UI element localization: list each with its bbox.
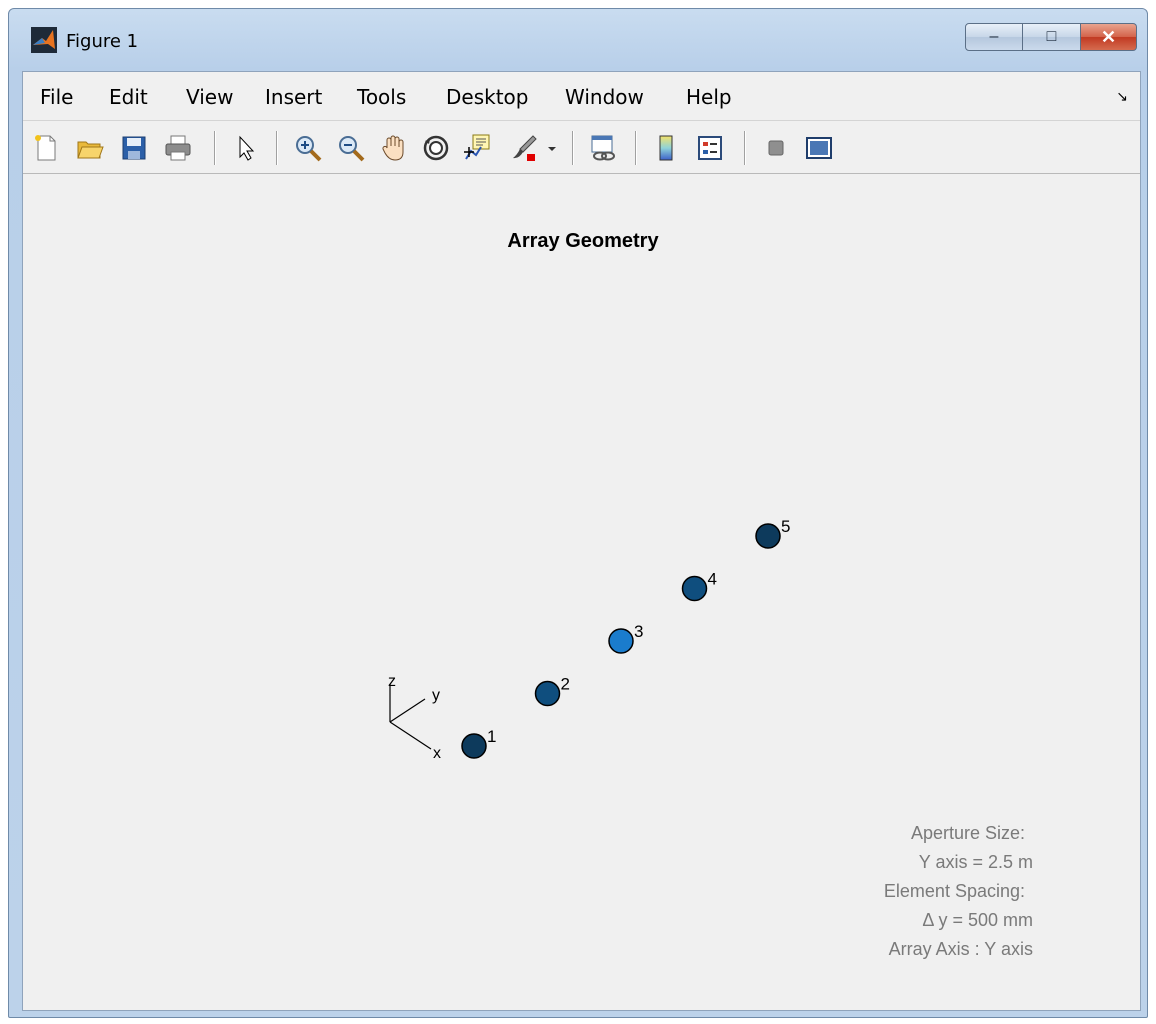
edit-plot-arrow-icon[interactable]	[230, 133, 260, 163]
axis-label-y: y	[432, 687, 440, 704]
close-icon: ✕	[1100, 26, 1117, 47]
minimize-button[interactable]: –	[965, 23, 1023, 51]
array-info-panel: Aperture Size: Y axis = 2.5 m Element Sp…	[783, 819, 1033, 964]
rotate-3d-icon[interactable]	[421, 133, 451, 163]
toolbar-separator	[635, 131, 637, 165]
element-label-2: 2	[561, 675, 570, 694]
plot-area[interactable]: Array Geometry z y x 12345 Aperture Size…	[23, 174, 1140, 1010]
close-button[interactable]: ✕	[1081, 23, 1137, 51]
new-figure-icon[interactable]	[31, 133, 61, 163]
menu-desktop[interactable]: Desktop	[446, 85, 528, 109]
minimize-icon: –	[989, 28, 999, 45]
window-title: Figure 1	[66, 31, 139, 52]
figure-window: Figure 1 – □ ✕ File Edit View Insert Too…	[8, 8, 1148, 1018]
array-element-2	[534, 680, 561, 707]
info-aperture-value: Y axis = 2.5 m	[918, 852, 1033, 872]
element-label-5: 5	[781, 517, 790, 536]
legend-icon[interactable]	[695, 133, 725, 163]
zoom-in-icon[interactable]	[293, 133, 323, 163]
figure-toolbar	[23, 121, 1140, 174]
zoom-out-icon[interactable]	[336, 133, 366, 163]
element-label-4: 4	[708, 570, 717, 589]
array-element-3	[608, 628, 634, 654]
title-bar[interactable]: Figure 1 – □ ✕	[9, 9, 1147, 71]
pan-hand-icon[interactable]	[379, 133, 409, 163]
show-plot-tools-icon[interactable]	[804, 133, 834, 163]
matlab-logo-icon	[31, 27, 57, 53]
menu-bar: File Edit View Insert Tools Desktop Wind…	[23, 72, 1140, 121]
element-label-1: 1	[487, 727, 496, 746]
menu-tools[interactable]: Tools	[357, 85, 406, 109]
menu-insert[interactable]: Insert	[265, 85, 322, 109]
element-label-3: 3	[634, 622, 643, 641]
menu-help[interactable]: Help	[686, 85, 732, 109]
menu-view[interactable]: View	[186, 85, 233, 109]
toolbar-separator	[214, 131, 216, 165]
figure-client-area: File Edit View Insert Tools Desktop Wind…	[22, 71, 1141, 1011]
array-element-1	[461, 733, 487, 759]
menu-edit[interactable]: Edit	[109, 85, 148, 109]
data-cursor-icon[interactable]	[463, 133, 493, 163]
print-icon[interactable]	[163, 133, 193, 163]
colorbar-icon[interactable]	[651, 133, 681, 163]
info-array-axis: Array Axis : Y axis	[888, 939, 1033, 959]
array-element-4	[681, 575, 708, 602]
array-elements: 1 2 3 4 5	[461, 517, 790, 759]
toolbar-separator	[276, 131, 278, 165]
info-aperture-heading: Aperture Size:	[910, 823, 1025, 843]
axis-label-z: z	[388, 673, 396, 690]
brush-icon[interactable]	[509, 133, 539, 163]
save-icon[interactable]	[119, 133, 149, 163]
maximize-button[interactable]: □	[1023, 23, 1081, 51]
info-spacing-value: Δ y = 500 mm	[922, 910, 1033, 930]
array-element-5	[755, 523, 781, 549]
axes-triad: z y x	[388, 673, 441, 762]
hide-plot-tools-icon[interactable]	[761, 133, 791, 163]
info-spacing-heading: Element Spacing:	[883, 881, 1025, 901]
axis-label-x: x	[433, 745, 441, 762]
maximize-icon: □	[1046, 28, 1057, 45]
dock-arrow-icon[interactable]: ↘	[1116, 88, 1128, 105]
toolbar-separator	[744, 131, 746, 165]
menu-file[interactable]: File	[40, 85, 73, 109]
menu-window[interactable]: Window	[565, 85, 644, 109]
window-controls: – □ ✕	[965, 23, 1137, 53]
open-file-icon[interactable]	[75, 133, 105, 163]
toolbar-separator	[572, 131, 574, 165]
link-plot-icon[interactable]	[588, 133, 618, 163]
chevron-down-icon[interactable]	[545, 133, 559, 163]
